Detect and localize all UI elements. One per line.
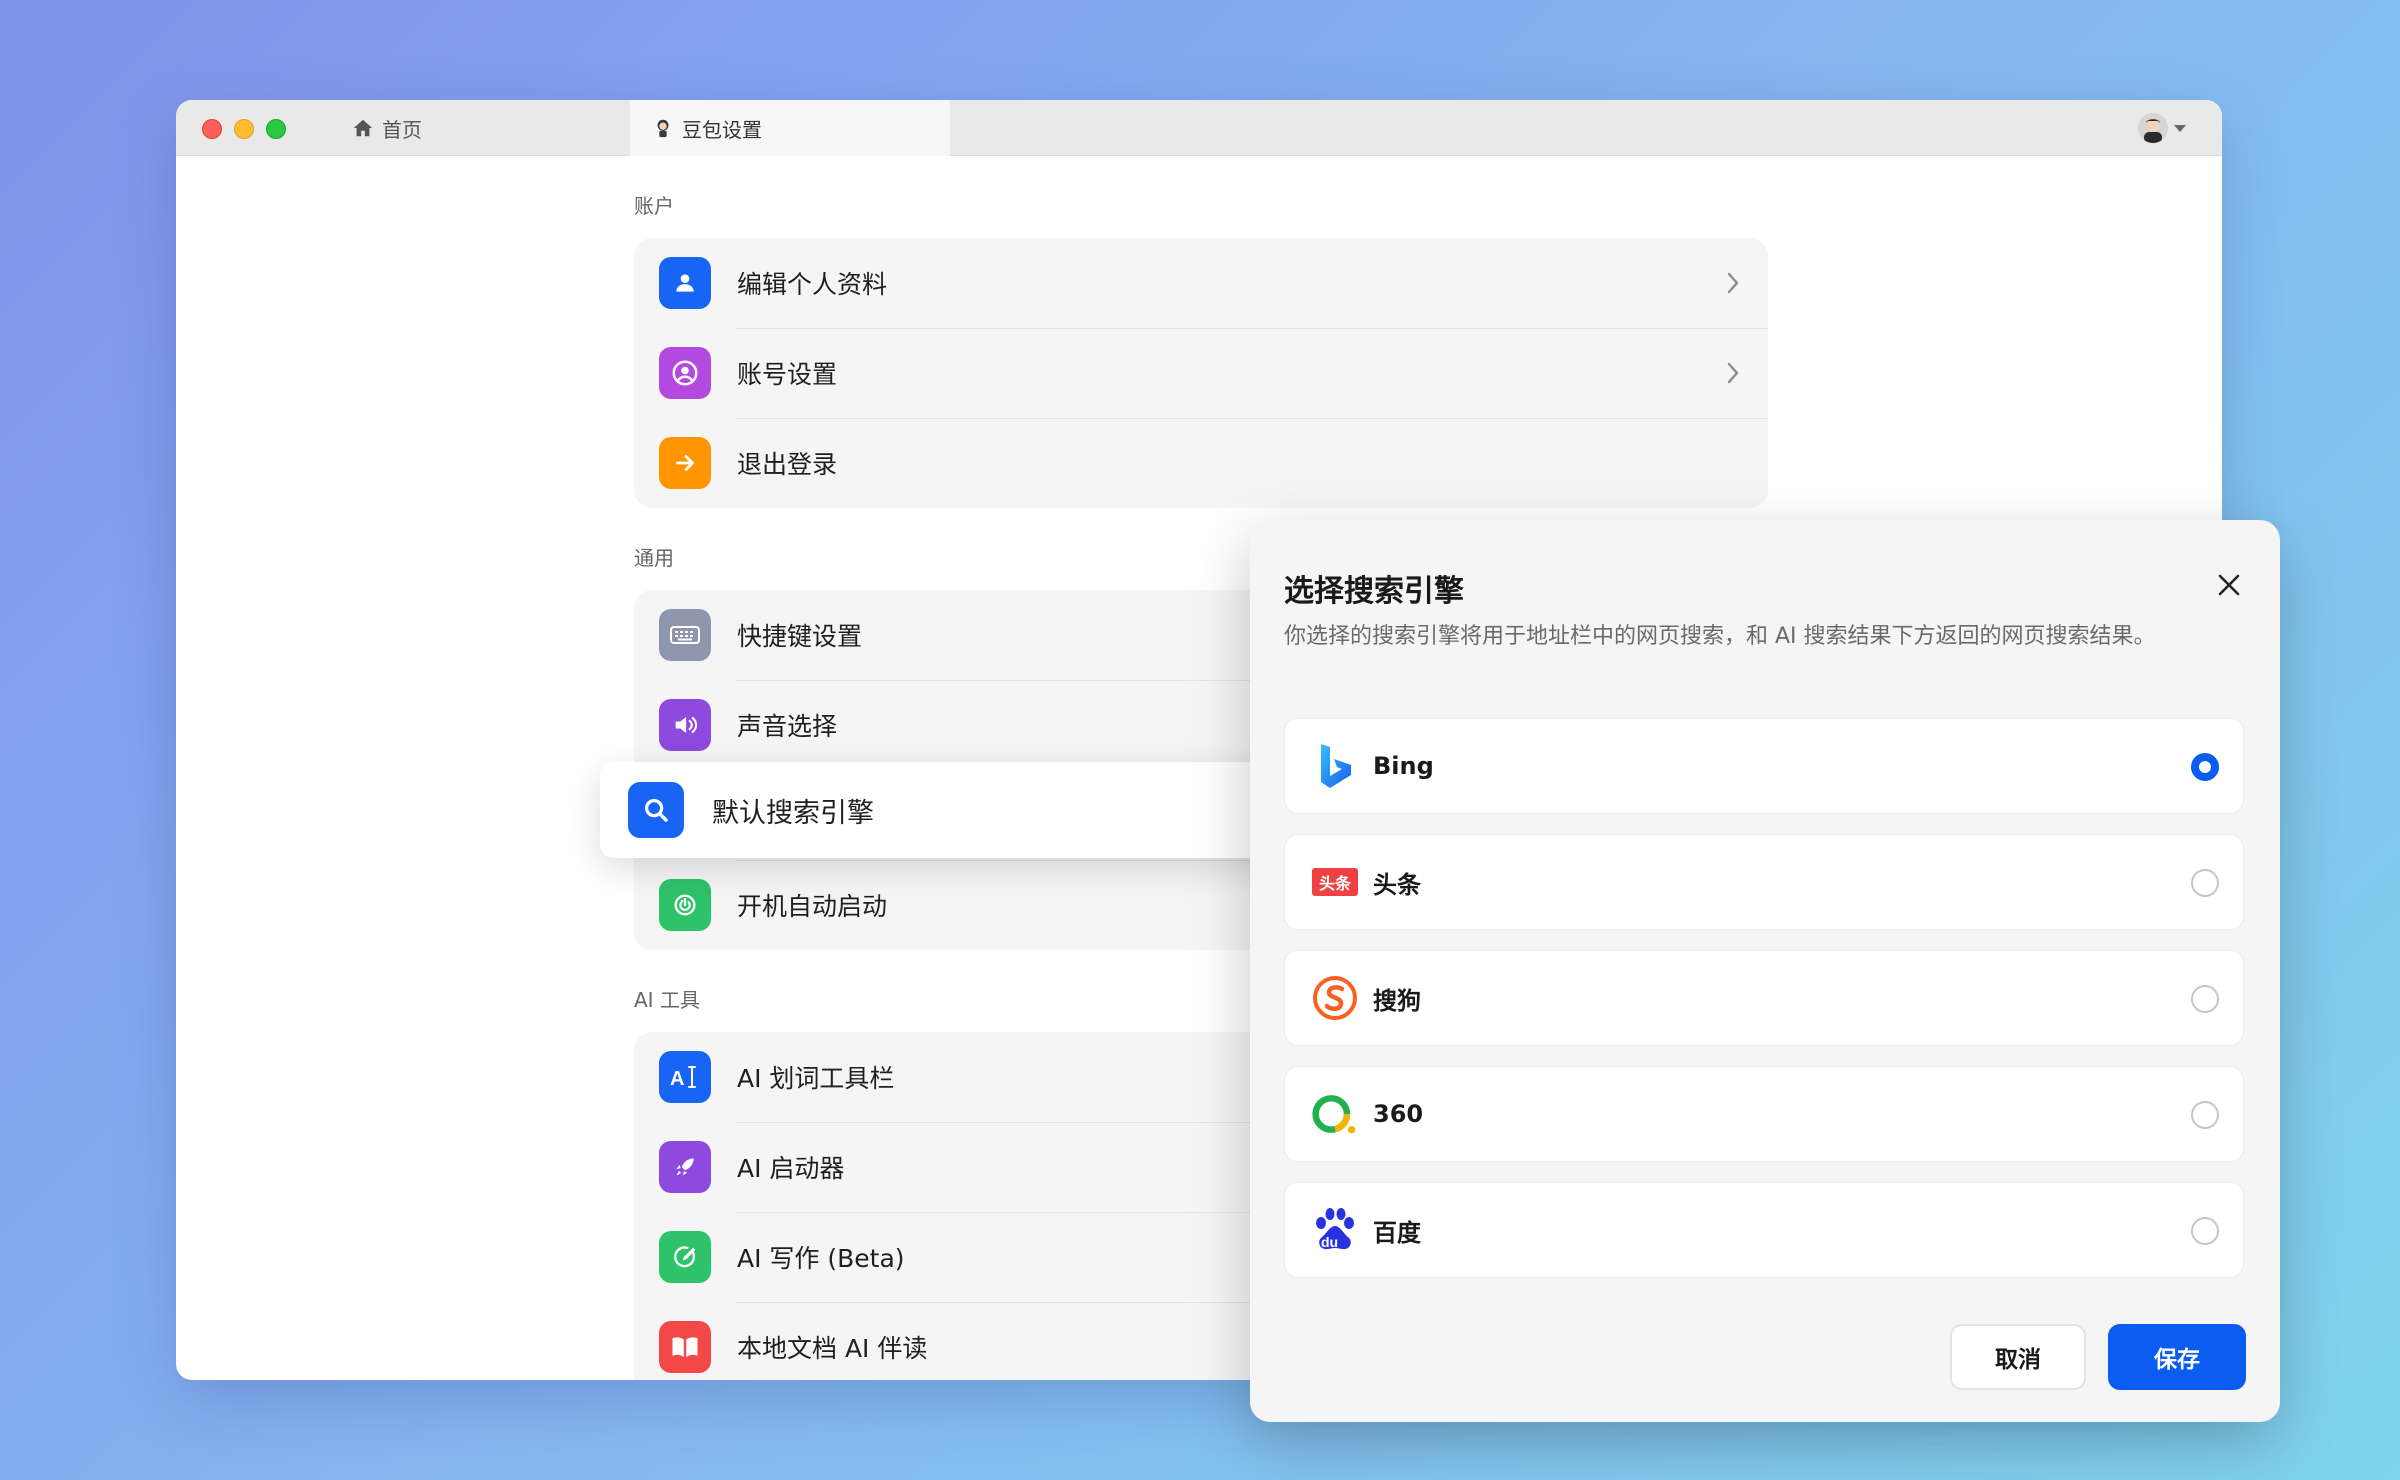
engine-name-baidu: 百度 [1373,1218,1421,1247]
account-group: 编辑个人资料 账号设置 退出登录 [634,238,1768,508]
local-doc-reader-label: 本地文档 AI 伴读 [737,1334,928,1363]
baidu-logo: du [1311,1206,1359,1254]
logout-label: 退出登录 [737,450,838,479]
engine-option-bing[interactable]: Bing [1284,718,2244,814]
edit-profile-row[interactable]: 编辑个人资料 [634,238,1768,328]
chevron-down-icon [2174,124,2186,132]
account-settings-label: 账号设置 [737,360,838,389]
section-ai-tools-label: AI 工具 [634,988,700,1012]
360-logo [1311,1090,1359,1138]
search-engine-dialog: 选择搜索引擎 你选择的搜索引擎将用于地址栏中的网页搜索，和 AI 搜索结果下方返… [1250,520,2280,1422]
svg-text:A: A [670,1068,684,1090]
shortcut-settings-label: 快捷键设置 [737,622,863,651]
ai-launcher-label: AI 启动器 [737,1154,845,1183]
arrow-right-icon [659,437,711,489]
tab-settings[interactable]: 豆包设置 [630,100,950,156]
bing-logo [1311,742,1359,790]
avatar [2138,113,2168,143]
search-icon [628,782,684,838]
doubao-avatar-icon [652,117,674,139]
logout-row[interactable]: 退出登录 [634,418,1768,508]
tab-home-label: 首页 [382,117,422,142]
book-icon [659,1321,711,1373]
home-icon [352,117,374,139]
engine-option-sogou[interactable]: 搜狗 [1284,950,2244,1046]
chevron-right-icon [1726,271,1740,299]
speaker-icon [659,699,711,751]
dialog-description: 你选择的搜索引擎将用于地址栏中的网页搜索，和 AI 搜索结果下方返回的网页搜索结… [1284,624,2156,649]
rocket-icon [659,1141,711,1193]
ai-writing-label: AI 写作 (Beta) [737,1244,905,1273]
toutiao-logo: 头条 [1311,858,1359,906]
tab-settings-label: 豆包设置 [682,117,762,142]
engine-name-360: 360 [1373,1100,1424,1128]
engine-name-bing: Bing [1373,752,1434,780]
section-account-label: 账户 [634,194,674,218]
sogou-logo [1311,974,1359,1022]
chevron-right-icon [1726,361,1740,389]
toutiao-logo-text: 头条 [1312,868,1358,896]
power-icon [659,879,711,931]
engine-name-toutiao: 头条 [1373,870,1421,899]
pen-circle-icon [659,1231,711,1283]
default-search-engine-label: 默认搜索引擎 [712,797,874,829]
engine-option-360[interactable]: 360 [1284,1066,2244,1162]
ai-text-cursor-icon: A [659,1051,711,1103]
radio-sogou[interactable] [2191,985,2219,1013]
account-settings-row[interactable]: 账号设置 [634,328,1768,418]
keyboard-icon [659,609,711,661]
engine-option-toutiao[interactable]: 头条 头条 [1284,834,2244,930]
dialog-title: 选择搜索引擎 [1284,574,1464,609]
radio-360[interactable] [2191,1101,2219,1129]
account-circle-icon [659,347,711,399]
engine-option-baidu[interactable]: du 百度 [1284,1182,2244,1278]
auto-start-label: 开机自动启动 [737,892,888,921]
ai-word-toolbar-label: AI 划词工具栏 [737,1064,895,1093]
person-icon [659,257,711,309]
radio-baidu[interactable] [2191,1217,2219,1245]
user-menu[interactable] [2138,112,2186,144]
tab-home[interactable]: 首页 [176,100,476,156]
baidu-logo-text: du [1321,1234,1339,1250]
default-search-engine-row[interactable]: 默认搜索引擎 [600,762,1360,858]
edit-profile-label: 编辑个人资料 [737,270,888,299]
section-general-label: 通用 [634,546,674,570]
radio-bing[interactable] [2191,753,2219,781]
cancel-button[interactable]: 取消 [1950,1324,2086,1390]
engine-name-sogou: 搜狗 [1373,986,1421,1015]
radio-toutiao[interactable] [2191,869,2219,897]
close-icon[interactable] [2214,570,2244,600]
title-bar: 首页 豆包设置 [176,100,2222,156]
save-button[interactable]: 保存 [2108,1324,2246,1390]
sound-select-label: 声音选择 [737,712,838,741]
